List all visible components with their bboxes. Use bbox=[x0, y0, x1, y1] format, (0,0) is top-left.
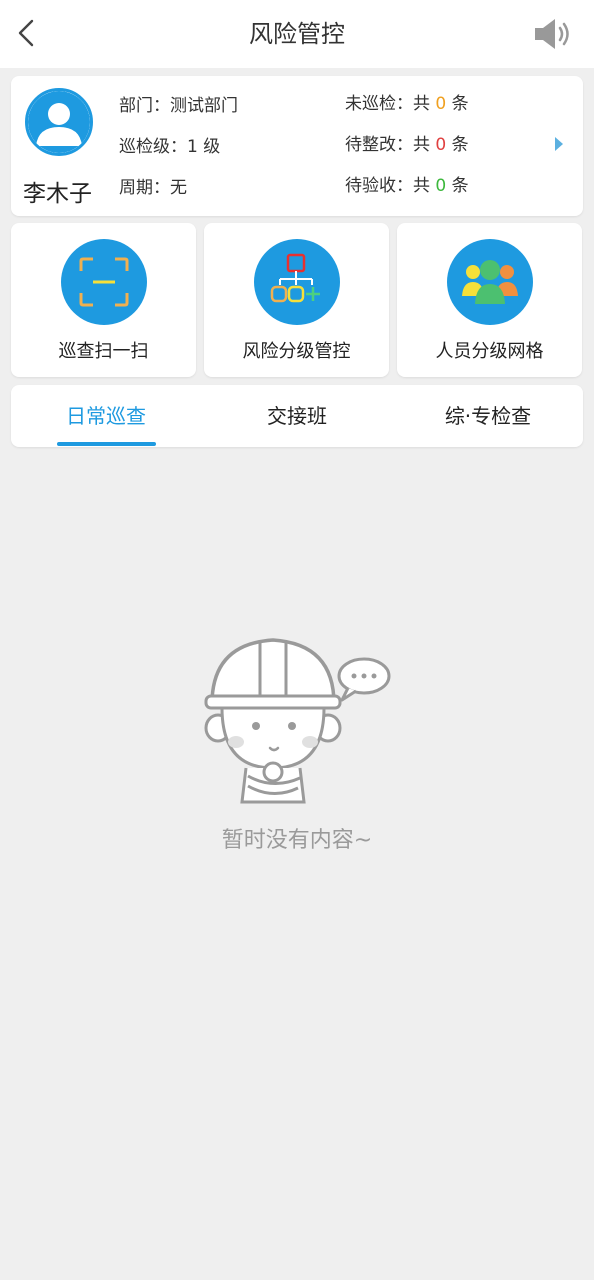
department-label: 部门： bbox=[119, 96, 170, 116]
stat-count: 0 bbox=[435, 94, 447, 114]
tab-shift-handover[interactable]: 交接班 bbox=[232, 385, 362, 447]
level-label: 巡检级： bbox=[119, 137, 187, 157]
page-title: 风险管控 bbox=[249, 20, 345, 48]
empty-state-illustration bbox=[198, 630, 398, 810]
user-name: 李木子 bbox=[23, 181, 92, 207]
tile-label: 风险分级管控 bbox=[242, 341, 351, 362]
stat-pending-accept: 待验收：共 0 条 bbox=[345, 174, 469, 215]
tile-risk-level[interactable]: 风险分级管控 bbox=[204, 223, 389, 377]
avatar bbox=[25, 88, 93, 156]
cycle-label: 周期： bbox=[119, 178, 170, 198]
hierarchy-icon bbox=[270, 253, 320, 303]
empty-state-message: 暂时没有内容~ bbox=[221, 828, 373, 853]
cycle-value: 无 bbox=[170, 178, 187, 198]
tile-personnel-grid[interactable]: 人员分级网格 bbox=[397, 223, 582, 377]
people-icon-circle bbox=[446, 239, 533, 325]
chevron-right-icon[interactable] bbox=[553, 136, 565, 152]
scan-icon-circle bbox=[60, 239, 147, 325]
tab-bar: 日常巡查 交接班 综·专检查 bbox=[11, 385, 583, 447]
active-tab-indicator bbox=[57, 442, 156, 446]
stat-prefix: 共 bbox=[413, 135, 436, 155]
hierarchy-icon-circle bbox=[253, 239, 340, 325]
tile-scan[interactable]: 巡查扫一扫 bbox=[11, 223, 196, 377]
profile-card[interactable]: 李木子 部门：测试部门 巡检级：1 级 周期：无 未巡检：共 0 条 待整改：共… bbox=[11, 76, 583, 216]
stat-suffix: 条 bbox=[446, 135, 469, 155]
stat-prefix: 共 bbox=[413, 176, 436, 196]
back-button[interactable] bbox=[10, 16, 42, 50]
speaker-button[interactable] bbox=[532, 14, 576, 54]
stat-suffix: 条 bbox=[446, 176, 469, 196]
stat-prefix: 共 bbox=[413, 94, 436, 114]
stat-label: 待整改： bbox=[345, 135, 413, 155]
chevron-left-icon bbox=[18, 19, 34, 47]
tile-label: 人员分级网格 bbox=[435, 341, 544, 362]
inspection-stats: 未巡检：共 0 条 待整改：共 0 条 待验收：共 0 条 bbox=[345, 92, 469, 215]
stat-label: 未巡检： bbox=[345, 94, 413, 114]
stat-count: 0 bbox=[435, 135, 447, 155]
scan-icon bbox=[79, 257, 128, 307]
user-avatar-icon bbox=[28, 91, 90, 153]
stat-uninspected: 未巡检：共 0 条 bbox=[345, 92, 469, 133]
worker-helmet-illustration bbox=[204, 638, 391, 804]
cycle-row: 周期：无 bbox=[119, 176, 238, 217]
level-row: 巡检级：1 级 bbox=[119, 135, 238, 176]
stat-count: 0 bbox=[435, 176, 447, 196]
people-group-icon bbox=[461, 260, 518, 304]
stat-pending-rectify: 待整改：共 0 条 bbox=[345, 133, 469, 174]
tile-label: 巡查扫一扫 bbox=[58, 341, 149, 362]
department-value: 测试部门 bbox=[170, 96, 238, 116]
top-bar: 风险管控 bbox=[0, 0, 594, 68]
speaker-icon bbox=[535, 19, 569, 49]
profile-details: 部门：测试部门 巡检级：1 级 周期：无 bbox=[119, 94, 238, 217]
stat-label: 待验收： bbox=[345, 176, 413, 196]
level-value: 1 级 bbox=[187, 137, 221, 157]
tab-special-inspection[interactable]: 综·专检查 bbox=[423, 385, 553, 447]
department-row: 部门：测试部门 bbox=[119, 94, 238, 135]
tab-daily-patrol[interactable]: 日常巡查 bbox=[41, 385, 171, 447]
stat-suffix: 条 bbox=[446, 94, 469, 114]
